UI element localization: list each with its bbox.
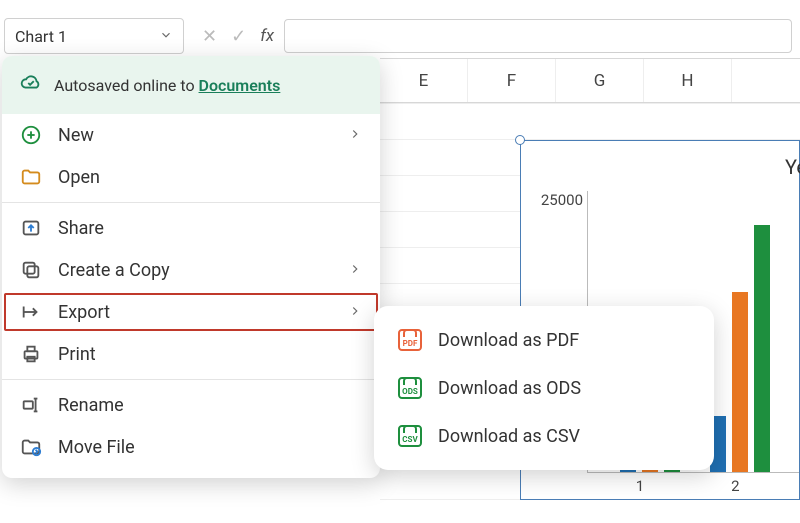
column-header[interactable]: E: [380, 59, 468, 102]
cloud-check-icon: [20, 72, 42, 98]
chevron-right-icon: [348, 302, 362, 323]
export-submenu: PDF Download as PDF ODS Download as ODS …: [374, 306, 714, 470]
column-header[interactable]: H: [644, 59, 732, 102]
autosave-prefix: Autosaved online to: [54, 76, 195, 95]
accept-icon[interactable]: ✓: [231, 26, 246, 47]
column-header[interactable]: F: [468, 59, 556, 102]
folder-move-icon: [20, 436, 42, 458]
x-axis-labels: 1 2: [587, 477, 799, 497]
csv-file-icon: CSV: [398, 424, 422, 448]
submenu-item-label: Download as CSV: [438, 426, 580, 447]
menu-item-label: Export: [58, 302, 110, 323]
chevron-right-icon: [348, 260, 362, 281]
menu-item-open[interactable]: Open: [2, 156, 380, 198]
menu-separator: [2, 202, 380, 203]
resize-handle[interactable]: [515, 135, 525, 145]
autosave-text: Autosaved online to Documents: [54, 76, 280, 95]
menu-item-new[interactable]: New: [2, 114, 380, 156]
menu-item-label: Share: [58, 218, 104, 239]
menu-item-export[interactable]: Export: [2, 291, 380, 333]
submenu-item-ods[interactable]: ODS Download as ODS: [374, 364, 714, 412]
submenu-item-csv[interactable]: CSV Download as CSV: [374, 412, 714, 460]
menu-separator: [2, 379, 380, 380]
autosave-link[interactable]: Documents: [199, 76, 281, 95]
menu-item-label: Move File: [58, 437, 135, 458]
chevron-right-icon: [348, 125, 362, 146]
x-tick: 1: [636, 477, 644, 495]
bar: [754, 225, 770, 472]
bar: [732, 292, 748, 472]
submenu-item-label: Download as PDF: [438, 330, 579, 351]
menu-item-print[interactable]: Print: [2, 333, 380, 375]
file-menu: Autosaved online to Documents New Open S…: [2, 56, 380, 478]
menu-item-label: New: [58, 125, 94, 146]
formula-input[interactable]: [284, 19, 792, 53]
chevron-down-icon: [159, 27, 173, 46]
x-tick: 2: [731, 477, 739, 495]
menu-item-rename[interactable]: Rename: [2, 384, 380, 426]
plus-circle-icon: [20, 124, 42, 146]
menu-item-label: Open: [58, 167, 100, 188]
menu-item-move[interactable]: Move File: [2, 426, 380, 468]
submenu-item-label: Download as ODS: [438, 378, 581, 399]
cancel-icon[interactable]: ✕: [202, 26, 217, 47]
menu-item-share[interactable]: Share: [2, 207, 380, 249]
copy-icon: [20, 259, 42, 281]
rename-icon: [20, 394, 42, 416]
menu-item-label: Print: [58, 344, 96, 365]
autosave-banner: Autosaved online to Documents: [2, 56, 380, 114]
chart-title: Ye: [785, 155, 800, 179]
ods-file-icon: ODS: [398, 376, 422, 400]
column-header[interactable]: G: [556, 59, 644, 102]
formula-bar: Chart 1 ✕ ✓ fx: [4, 16, 800, 56]
folder-icon: [20, 166, 42, 188]
bar-group: [710, 225, 770, 472]
fx-controls: ✕ ✓ fx: [194, 26, 274, 47]
share-icon: [20, 217, 42, 239]
menu-item-label: Rename: [58, 395, 124, 416]
menu-item-copy[interactable]: Create a Copy: [2, 249, 380, 291]
name-box[interactable]: Chart 1: [4, 18, 184, 54]
name-box-value: Chart 1: [15, 27, 67, 46]
fx-icon[interactable]: fx: [260, 26, 274, 46]
pdf-file-icon: PDF: [398, 328, 422, 352]
export-icon: [20, 301, 42, 323]
y-tick: 25000: [527, 191, 583, 209]
menu-item-label: Create a Copy: [58, 260, 170, 281]
column-headers: E F G H: [380, 59, 800, 103]
printer-icon: [20, 343, 42, 365]
submenu-item-pdf[interactable]: PDF Download as PDF: [374, 316, 714, 364]
